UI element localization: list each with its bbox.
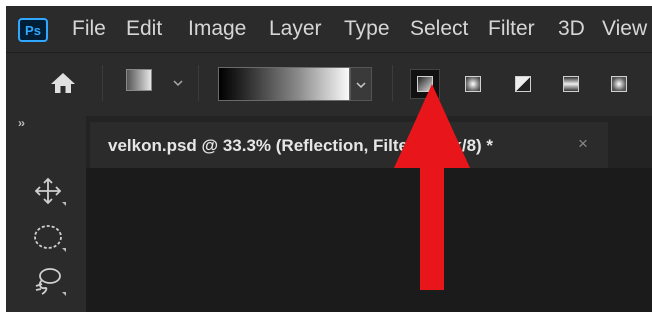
tool-preset-picker[interactable] xyxy=(126,69,152,91)
angle-gradient-button[interactable] xyxy=(508,69,538,99)
menu-bar: Ps File Edit Image Layer Type Select Fil… xyxy=(6,6,652,52)
diamond-gradient-button[interactable] xyxy=(604,69,634,99)
elliptical-marquee-tool-icon[interactable] xyxy=(30,220,70,256)
close-icon[interactable]: × xyxy=(578,134,588,154)
photoshop-logo[interactable]: Ps xyxy=(18,18,48,42)
move-tool-icon[interactable] xyxy=(30,174,70,210)
separator xyxy=(392,65,393,101)
menu-view[interactable]: View xyxy=(602,17,647,41)
menu-type[interactable]: Type xyxy=(344,17,390,41)
reflected-gradient-icon xyxy=(563,76,579,92)
menu-image[interactable]: Image xyxy=(188,17,246,41)
menu-edit[interactable]: Edit xyxy=(126,17,162,41)
menu-select[interactable]: Select xyxy=(410,17,468,41)
document-canvas[interactable] xyxy=(86,168,652,312)
chevron-down-icon[interactable] xyxy=(172,77,184,89)
gradient-editor-swatch[interactable] xyxy=(218,67,350,101)
angle-gradient-icon xyxy=(515,76,531,92)
photoshop-window: Ps File Edit Image Layer Type Select Fil… xyxy=(6,6,652,312)
menu-3d[interactable]: 3D xyxy=(558,17,585,41)
lasso-tool-icon[interactable] xyxy=(30,264,70,300)
collapse-panels-icon[interactable]: ›› xyxy=(18,116,25,130)
separator xyxy=(198,65,199,101)
diamond-gradient-icon xyxy=(611,76,627,92)
home-icon[interactable] xyxy=(50,71,76,95)
menu-layer[interactable]: Layer xyxy=(269,17,322,41)
menu-file[interactable]: File xyxy=(72,17,106,41)
separator xyxy=(102,65,103,101)
menu-filter[interactable]: Filter xyxy=(488,17,535,41)
reflected-gradient-button[interactable] xyxy=(556,69,586,99)
gradient-picker-dropdown[interactable] xyxy=(350,67,372,101)
chevron-down-icon xyxy=(356,82,366,89)
annotation-arrow-icon xyxy=(394,84,470,290)
options-bar xyxy=(6,52,652,117)
